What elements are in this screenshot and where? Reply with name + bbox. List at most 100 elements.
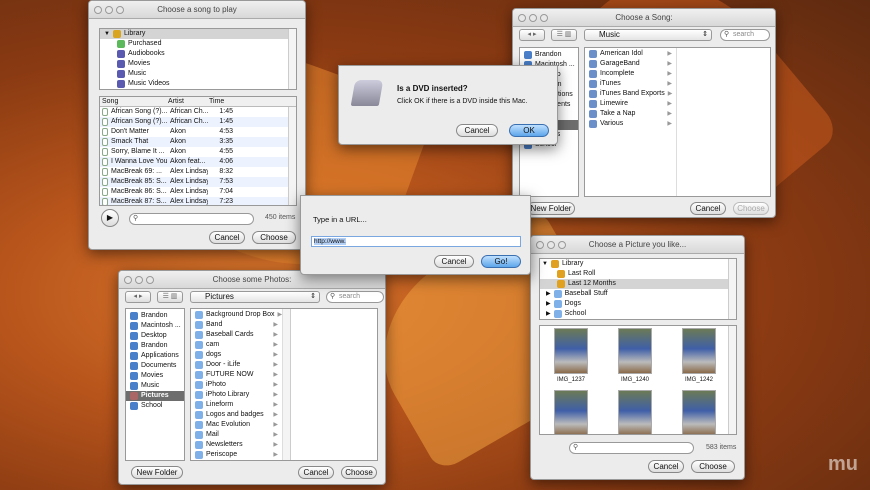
back-forward-buttons[interactable]: ◂ ▸ (519, 29, 545, 41)
photo-thumbnail[interactable] (618, 390, 652, 434)
choose-button[interactable]: Choose (691, 460, 735, 473)
sidebar-item[interactable]: Pictures (126, 391, 184, 401)
folder-item[interactable]: iPhoto ▶ (191, 380, 282, 390)
title-bar[interactable]: Choose a song to play (89, 1, 305, 19)
zoom-button[interactable] (146, 276, 154, 284)
photo-thumbnail[interactable] (682, 328, 716, 374)
search-input[interactable]: search (326, 291, 384, 303)
song-row[interactable]: Sorry, Blame It ... Akon 4:55 (100, 147, 296, 157)
sidebar-item[interactable]: Brandon (126, 311, 184, 321)
folder-item[interactable]: dogs ▶ (191, 350, 282, 360)
sidebar-item[interactable]: School (126, 401, 184, 411)
disclosure-triangle-icon[interactable]: ▶ (546, 319, 551, 320)
folder-item[interactable]: cam ▶ (191, 340, 282, 350)
source-item[interactable]: ▼ Library (100, 29, 296, 39)
view-mode-buttons[interactable]: ☰ ▥ (157, 291, 183, 303)
title-bar[interactable]: Choose a Picture you like... (531, 236, 744, 254)
search-input[interactable] (569, 442, 694, 454)
album-item[interactable]: ▶ Birthdays (540, 319, 736, 320)
location-popup[interactable]: Pictures (190, 291, 320, 303)
scrollbar[interactable] (728, 259, 736, 319)
new-folder-button[interactable]: New Folder (527, 202, 575, 215)
source-item[interactable]: Audiobooks (100, 49, 296, 59)
cancel-button[interactable]: Cancel (434, 255, 474, 268)
scrollbar[interactable] (728, 326, 736, 434)
choose-button[interactable]: Choose (252, 231, 296, 244)
folder-item[interactable]: Incomplete ▶ (585, 69, 676, 79)
close-button[interactable] (518, 14, 526, 22)
url-input[interactable]: http://www. (311, 236, 521, 247)
sidebar-item[interactable]: Desktop (126, 331, 184, 341)
source-item[interactable]: Movies (100, 59, 296, 69)
minimize-button[interactable] (135, 276, 143, 284)
photo-thumbnail[interactable] (554, 328, 588, 374)
sidebar-item[interactable]: Music (126, 381, 184, 391)
disclosure-triangle-icon[interactable]: ▼ (542, 259, 548, 269)
minimize-button[interactable] (529, 14, 537, 22)
sidebar-item[interactable]: Brandon (126, 341, 184, 351)
album-item[interactable]: Last Roll (540, 269, 736, 279)
song-row[interactable]: Don't Matter Akon 4:53 (100, 127, 296, 137)
folder-item[interactable]: Mac Evolution ▶ (191, 420, 282, 430)
folder-item[interactable]: Lineform ▶ (191, 400, 282, 410)
cancel-button[interactable]: Cancel (209, 231, 245, 244)
folder-item[interactable]: Various ▶ (585, 119, 676, 129)
source-item[interactable]: Music Videos (100, 79, 296, 89)
sidebar-item[interactable]: Applications (126, 351, 184, 361)
search-input[interactable] (129, 213, 254, 225)
photo-thumbnail[interactable] (682, 390, 716, 434)
close-button[interactable] (536, 241, 544, 249)
ok-button[interactable]: OK (509, 124, 549, 137)
play-button[interactable]: ▶ (101, 209, 119, 227)
scrollbar[interactable] (288, 107, 296, 205)
choose-button[interactable]: Choose (341, 466, 377, 479)
cancel-button[interactable]: Cancel (298, 466, 334, 479)
folder-item[interactable]: FUTURE NOW ▶ (191, 370, 282, 380)
column-artist[interactable]: Artist (168, 97, 206, 106)
search-input[interactable]: search (720, 29, 770, 41)
minimize-button[interactable] (105, 6, 113, 14)
scrollbar[interactable] (283, 309, 291, 460)
song-row[interactable]: Smack That Akon 3:35 (100, 137, 296, 147)
song-row[interactable]: MacBreak 69: ... Alex Lindsay 8:32 (100, 167, 296, 177)
song-row[interactable]: African Song (?)... African Ch... 1:45 (100, 107, 296, 117)
go-button[interactable]: Go! (481, 255, 521, 268)
folder-item[interactable]: GarageBand ▶ (585, 59, 676, 69)
zoom-button[interactable] (540, 14, 548, 22)
song-row[interactable]: MacBreak 86: S... Alex Lindsay 7:04 (100, 187, 296, 197)
back-forward-buttons[interactable]: ◂ ▸ (125, 291, 151, 303)
folder-item[interactable]: Newsletters ▶ (191, 440, 282, 450)
minimize-button[interactable] (547, 241, 555, 249)
source-item[interactable]: TV Shows (100, 89, 296, 90)
album-item[interactable]: Last 12 Months (540, 279, 736, 289)
folder-item[interactable]: Limewire ▶ (585, 99, 676, 109)
disclosure-triangle-icon[interactable]: ▶ (546, 289, 551, 299)
song-row[interactable]: African Song (?)... African Ch... 1:45 (100, 117, 296, 127)
cancel-button[interactable]: Cancel (690, 202, 726, 215)
song-row[interactable]: MacBreak 85: S... Alex Lindsay 7:53 (100, 177, 296, 187)
column-song[interactable]: Song (102, 97, 165, 106)
zoom-button[interactable] (558, 241, 566, 249)
close-button[interactable] (124, 276, 132, 284)
folder-item[interactable]: Take a Nap ▶ (585, 109, 676, 119)
cancel-button[interactable]: Cancel (648, 460, 684, 473)
choose-button[interactable]: Choose (733, 202, 769, 215)
album-item[interactable]: ▼ Library (540, 259, 736, 269)
disclosure-triangle-icon[interactable]: ▼ (104, 29, 110, 39)
source-item[interactable]: Music (100, 69, 296, 79)
folder-item[interactable]: Door - iLife ▶ (191, 360, 282, 370)
folder-item[interactable]: Logos and badges ▶ (191, 410, 282, 420)
close-button[interactable] (94, 6, 102, 14)
song-row[interactable]: MacBreak 87: S... Alex Lindsay 7:23 (100, 197, 296, 205)
sidebar-item[interactable]: Macintosh ... (126, 321, 184, 331)
folder-item[interactable]: American Idol ▶ (585, 49, 676, 59)
folder-item[interactable]: Background Drop Box ▶ (191, 310, 282, 320)
album-item[interactable]: ▶ School (540, 309, 736, 319)
folder-item[interactable]: Periscope ▶ (191, 450, 282, 460)
folder-item[interactable]: Band ▶ (191, 320, 282, 330)
disclosure-triangle-icon[interactable]: ▶ (546, 309, 551, 319)
cancel-button[interactable]: Cancel (456, 124, 498, 137)
folder-item[interactable]: iPhoto Library ▶ (191, 390, 282, 400)
column-time[interactable]: Time (209, 97, 239, 106)
photo-thumbnail[interactable] (618, 328, 652, 374)
